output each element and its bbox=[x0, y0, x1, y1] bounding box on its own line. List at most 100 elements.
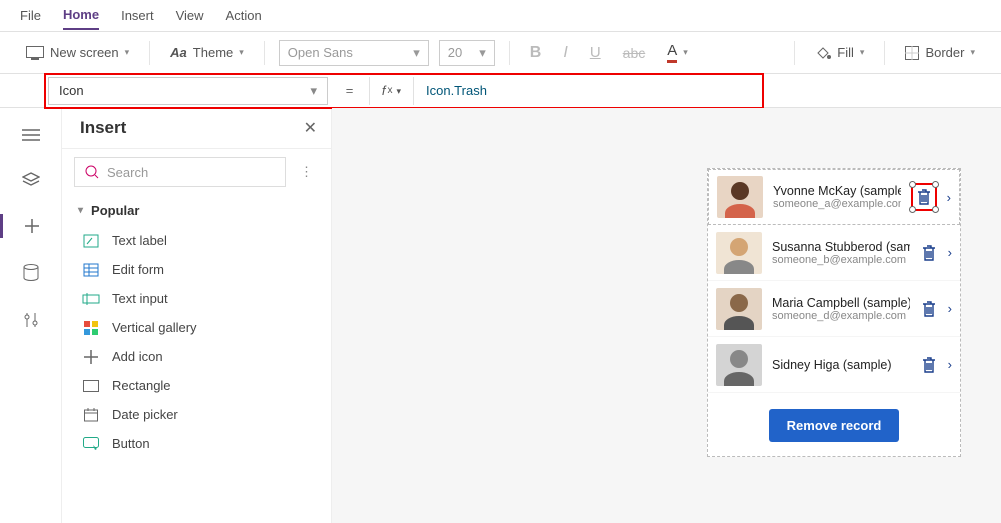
theme-label: Theme bbox=[193, 45, 233, 60]
left-rail bbox=[0, 108, 62, 523]
avatar bbox=[716, 232, 762, 274]
menu-file[interactable]: File bbox=[20, 2, 41, 29]
insert-edit-form[interactable]: Edit form bbox=[62, 255, 331, 284]
rail-insert[interactable] bbox=[0, 214, 61, 238]
insert-button[interactable]: Button bbox=[62, 429, 331, 458]
chevron-right-icon[interactable]: › bbox=[948, 245, 952, 260]
fill-button[interactable]: Fill ▾ bbox=[809, 41, 870, 64]
contact-name: Maria Campbell (sample) bbox=[772, 296, 910, 310]
divider bbox=[509, 41, 510, 65]
formula-input[interactable]: Icon.Trash bbox=[414, 83, 499, 98]
search-input[interactable]: Search bbox=[74, 157, 286, 187]
new-screen-label: New screen bbox=[50, 45, 119, 60]
trash-icon[interactable] bbox=[920, 355, 938, 375]
menu-home[interactable]: Home bbox=[63, 1, 99, 30]
panel-header: Insert ✕ bbox=[62, 108, 331, 149]
menu-view[interactable]: View bbox=[176, 2, 204, 29]
sliders-icon bbox=[23, 312, 39, 328]
gallery-row[interactable]: Sidney Higa (sample) › bbox=[708, 337, 960, 393]
more-button[interactable]: ⋮ bbox=[294, 164, 319, 180]
chevron-down-icon: ▾ bbox=[860, 47, 865, 58]
remove-record-button[interactable]: Remove record bbox=[769, 409, 900, 442]
contact-email: someone_a@example.com bbox=[773, 198, 901, 210]
gallery-row[interactable]: Maria Campbell (sample)someone_d@example… bbox=[708, 281, 960, 337]
highlight-box: Icon ▾ = fx▾ Icon.Trash bbox=[44, 73, 764, 109]
divider bbox=[794, 41, 795, 65]
insert-text-input[interactable]: Text input bbox=[62, 284, 331, 313]
trash-icon[interactable] bbox=[920, 299, 938, 319]
hamburger-icon bbox=[22, 128, 40, 142]
strikethrough-button[interactable]: abc bbox=[617, 41, 652, 65]
rail-settings[interactable] bbox=[0, 308, 61, 332]
chevron-down-icon: ▾ bbox=[310, 83, 317, 99]
border-button[interactable]: Border ▾ bbox=[899, 41, 981, 64]
fx-button[interactable]: fx▾ bbox=[370, 77, 414, 105]
close-icon[interactable]: ✕ bbox=[304, 118, 317, 138]
divider bbox=[149, 41, 150, 65]
canvas[interactable]: Yvonne McKay (sample)someone_a@example.c… bbox=[332, 108, 1001, 523]
insert-add-icon[interactable]: Add icon bbox=[62, 342, 331, 371]
insert-date-picker[interactable]: Date picker bbox=[62, 400, 331, 429]
chevron-right-icon[interactable]: › bbox=[948, 301, 952, 316]
new-screen-button[interactable]: New screen ▾ bbox=[20, 41, 135, 64]
rail-data[interactable] bbox=[0, 260, 61, 286]
theme-icon: Aa bbox=[170, 45, 187, 60]
rectangle-icon bbox=[82, 380, 100, 392]
contact-name: Susanna Stubberod (sample) bbox=[772, 240, 910, 254]
equals-label: = bbox=[330, 77, 370, 105]
contact-name: Sidney Higa (sample) bbox=[772, 358, 910, 372]
chevron-down-icon: ▾ bbox=[239, 47, 244, 58]
text-label-icon bbox=[82, 234, 100, 248]
plus-icon bbox=[82, 350, 100, 364]
border-label: Border bbox=[925, 45, 964, 60]
group-popular[interactable]: ▾ Popular bbox=[62, 195, 331, 226]
property-select[interactable]: Icon ▾ bbox=[48, 77, 328, 105]
insert-panel: Insert ✕ Search ⋮ ▾ Popular Text label E… bbox=[62, 108, 332, 523]
font-color-button[interactable]: A ▾ bbox=[661, 38, 694, 67]
insert-text-label[interactable]: Text label bbox=[62, 226, 331, 255]
italic-button[interactable]: I bbox=[557, 40, 573, 66]
item-label: Date picker bbox=[112, 407, 178, 422]
item-label: Vertical gallery bbox=[112, 320, 197, 335]
menu-insert[interactable]: Insert bbox=[121, 2, 154, 29]
database-icon bbox=[23, 264, 39, 282]
fill-icon bbox=[815, 46, 831, 60]
gallery-control[interactable]: Yvonne McKay (sample)someone_a@example.c… bbox=[707, 168, 961, 457]
item-label: Button bbox=[112, 436, 150, 451]
item-label: Text label bbox=[112, 233, 167, 248]
rail-layers[interactable] bbox=[0, 168, 61, 192]
chevron-down-icon: ▾ bbox=[683, 47, 688, 58]
chevron-down-icon: ▾ bbox=[78, 205, 83, 216]
chevron-down-icon: ▾ bbox=[479, 45, 486, 61]
trash-icon[interactable] bbox=[911, 183, 937, 211]
gallery-icon bbox=[82, 321, 100, 335]
bold-button[interactable]: B bbox=[524, 40, 548, 66]
group-label: Popular bbox=[91, 203, 139, 218]
rail-tree-view[interactable] bbox=[0, 124, 61, 146]
font-size: 20 bbox=[448, 45, 462, 60]
chevron-down-icon: ▾ bbox=[970, 47, 975, 58]
font-size-select[interactable]: 20 ▾ bbox=[439, 40, 495, 66]
chevron-down-icon: ▾ bbox=[125, 47, 130, 58]
trash-icon[interactable] bbox=[920, 243, 938, 263]
font-select[interactable]: Open Sans ▾ bbox=[279, 40, 429, 66]
menu-action[interactable]: Action bbox=[226, 2, 262, 29]
panel-title: Insert bbox=[80, 118, 126, 138]
menu-bar: File Home Insert View Action bbox=[0, 0, 1001, 32]
chevron-right-icon[interactable]: › bbox=[948, 357, 952, 372]
insert-vertical-gallery[interactable]: Vertical gallery bbox=[62, 313, 331, 342]
underline-button[interactable]: U bbox=[584, 40, 607, 65]
insert-rectangle[interactable]: Rectangle bbox=[62, 371, 331, 400]
form-icon bbox=[82, 263, 100, 277]
formula-bar: Icon ▾ = fx▾ Icon.Trash bbox=[0, 74, 1001, 108]
calendar-icon bbox=[82, 408, 100, 422]
gallery-row[interactable]: Susanna Stubberod (sample)someone_b@exam… bbox=[708, 225, 960, 281]
divider bbox=[884, 41, 885, 65]
item-label: Text input bbox=[112, 291, 168, 306]
property-name: Icon bbox=[59, 83, 84, 98]
theme-button[interactable]: Aa Theme ▾ bbox=[164, 41, 250, 64]
fill-label: Fill bbox=[837, 45, 854, 60]
gallery-row[interactable]: Yvonne McKay (sample)someone_a@example.c… bbox=[708, 169, 960, 225]
chevron-right-icon[interactable]: › bbox=[947, 190, 951, 205]
border-icon bbox=[905, 46, 919, 60]
